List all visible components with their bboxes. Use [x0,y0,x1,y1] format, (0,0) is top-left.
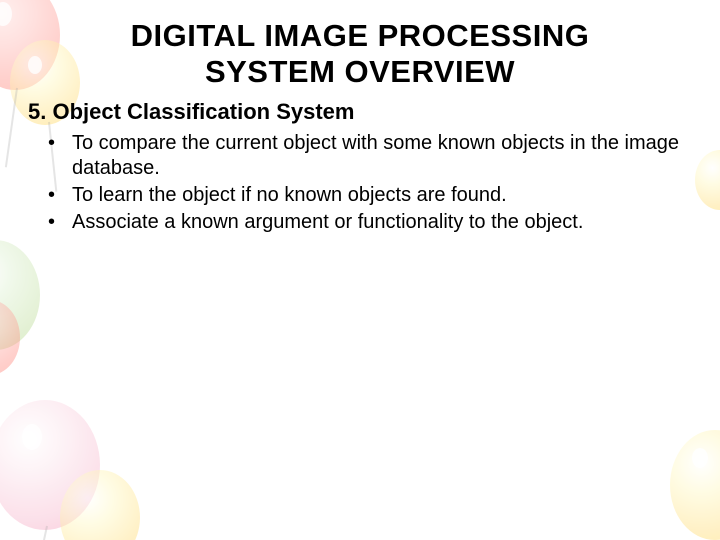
bullet-list: To compare the current object with some … [28,131,692,235]
slide-title: DIGITAL IMAGE PROCESSING SYSTEM OVERVIEW [28,18,692,89]
bullet-item: To compare the current object with some … [68,131,692,181]
section-heading: 5. Object Classification System [28,99,692,125]
bullet-item: To learn the object if no known objects … [68,183,692,208]
title-line-1: DIGITAL IMAGE PROCESSING [131,18,590,53]
title-line-2: SYSTEM OVERVIEW [205,54,515,89]
bullet-item: Associate a known argument or functional… [68,210,692,235]
slide-content: DIGITAL IMAGE PROCESSING SYSTEM OVERVIEW… [0,0,720,235]
